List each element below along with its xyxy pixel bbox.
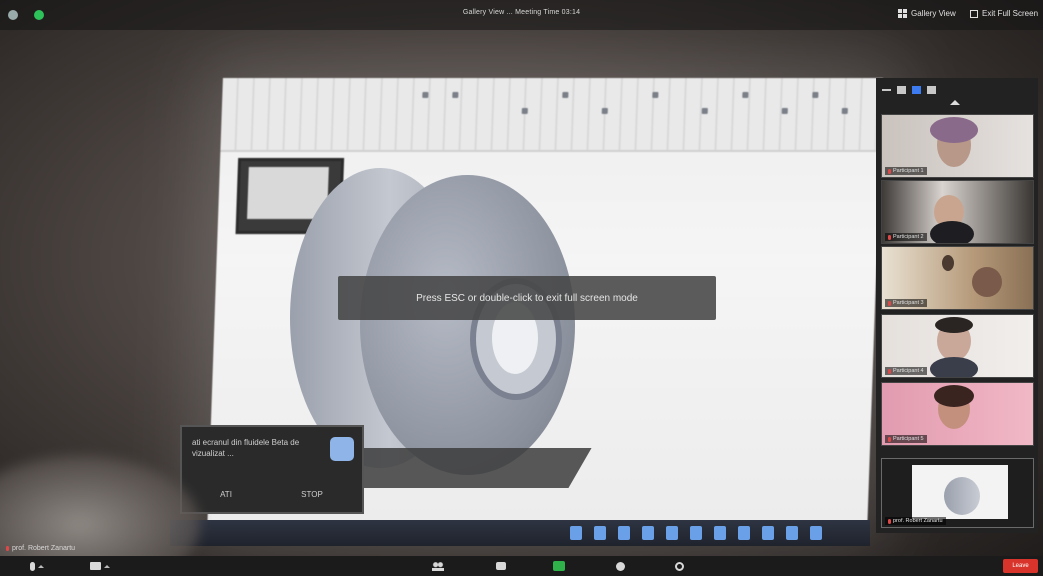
participant-name: Participant 2 [885, 233, 927, 241]
mic-muted-icon [888, 368, 891, 374]
leave-button[interactable]: Leave [1003, 559, 1038, 573]
participant-tile-4[interactable]: Participant 4 [881, 314, 1034, 378]
projected-taskbar [170, 520, 870, 546]
projected-dialog: ati ecranul din fluidele Beta de vizuali… [180, 425, 364, 514]
minimize-icon[interactable] [882, 89, 891, 91]
active-speaker-label: prof. Robert Zanartu [6, 545, 75, 552]
fullscreen-toast: Press ESC or double-click to exit full s… [338, 276, 716, 320]
participant-tile-1[interactable]: Participant 1 [881, 114, 1034, 178]
participant-tile-6[interactable]: prof. Robert Zanartu [881, 458, 1034, 528]
chevron-up-icon[interactable] [104, 564, 110, 568]
participant-name: Participant 5 [885, 435, 927, 443]
share-screen-button[interactable] [553, 560, 565, 572]
participant-name: Participant 1 [885, 167, 927, 175]
mic-muted-icon [888, 518, 891, 524]
strip-view-icon[interactable] [912, 86, 921, 94]
meeting-top-bar: Gallery View ... Meeting Time 03:14 Gall… [0, 0, 1043, 30]
chevron-up-icon[interactable] [38, 564, 44, 568]
reactions-button[interactable] [675, 560, 684, 572]
chevron-up-icon[interactable] [950, 100, 960, 105]
grid-icon [898, 9, 907, 18]
dialog-button-1: ATI [220, 490, 232, 499]
dialog-info-icon [330, 437, 354, 461]
mic-muted-icon [888, 234, 891, 240]
mic-muted-icon [888, 300, 891, 306]
video-button[interactable] [90, 560, 110, 572]
participant-tile-3[interactable]: Participant 3 [881, 246, 1034, 310]
participants-button[interactable] [432, 560, 444, 572]
participant-tile-2[interactable]: Participant 2 [881, 180, 1034, 244]
microphone-icon [30, 561, 35, 571]
gallery-grid-icon[interactable] [927, 86, 936, 94]
chat-button[interactable] [496, 560, 506, 572]
reactions-icon [675, 561, 684, 571]
gallery-view-button[interactable]: Gallery View [898, 9, 956, 18]
participant-name: prof. Robert Zanartu [885, 517, 946, 525]
participants-icon [432, 561, 444, 571]
share-screen-icon [553, 561, 565, 571]
mute-button[interactable] [30, 560, 44, 572]
speaker-view-icon[interactable] [897, 86, 906, 94]
dialog-button-2: STOP [301, 490, 323, 499]
mic-muted-icon [6, 546, 9, 551]
shared-screen-thumbnail [912, 465, 1008, 519]
meeting-toolbar: Leave [0, 556, 1043, 576]
dialog-message: ati ecranul din fluidele Beta de vizuali… [192, 438, 300, 458]
cad-ribbon [220, 78, 883, 152]
panel-controls [882, 83, 936, 97]
exit-full-screen-button[interactable]: Exit Full Screen [970, 9, 1038, 18]
participant-name: Participant 4 [885, 367, 927, 375]
participant-video-panel: Participant 1 Participant 2 Participant … [876, 78, 1038, 533]
mic-muted-icon [888, 436, 891, 442]
participant-tile-5[interactable]: Participant 5 [881, 382, 1034, 446]
record-icon [616, 561, 625, 571]
video-camera-icon [90, 562, 101, 570]
meeting-title: Gallery View ... Meeting Time 03:14 [462, 9, 581, 16]
chat-icon [496, 562, 506, 570]
mic-muted-icon [888, 168, 891, 174]
record-button[interactable] [616, 560, 625, 572]
exit-fullscreen-icon [970, 9, 978, 18]
participant-name: Participant 3 [885, 299, 927, 307]
